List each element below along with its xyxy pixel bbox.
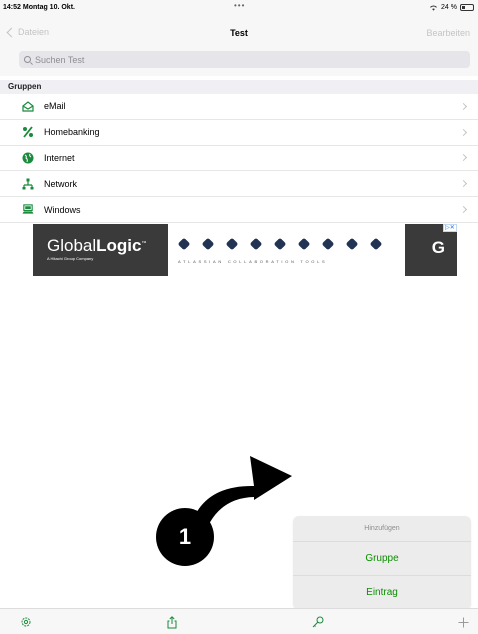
search-icon bbox=[24, 56, 31, 63]
chevron-right-icon bbox=[459, 128, 468, 136]
multitasking-dots[interactable]: ••• bbox=[234, 1, 245, 10]
status-time: 14:52 Montag 10. Okt. bbox=[3, 4, 75, 11]
percent-icon bbox=[22, 126, 34, 138]
search-placeholder: Suchen Test bbox=[35, 54, 85, 65]
section-header: Gruppen bbox=[0, 80, 478, 94]
tool-icon bbox=[297, 237, 311, 251]
ad-tool-icons bbox=[177, 237, 383, 251]
step-badge: 1 bbox=[156, 508, 214, 566]
ad-brand-subtitle: A Hitachi Group Company bbox=[47, 256, 94, 261]
navigation-bar: Dateien Test Bearbeiten bbox=[0, 20, 478, 46]
key-icon[interactable] bbox=[312, 616, 324, 628]
add-entry-button[interactable]: Eintrag bbox=[293, 576, 471, 610]
add-popover: Hinzufügen Gruppe Eintrag bbox=[293, 516, 471, 610]
group-row-windows[interactable]: Windows bbox=[0, 197, 478, 223]
search-input[interactable]: Suchen Test bbox=[19, 51, 470, 68]
group-label: Network bbox=[44, 178, 78, 189]
tool-icon bbox=[201, 237, 215, 251]
group-row-homebanking[interactable]: Homebanking bbox=[0, 120, 478, 146]
add-group-button[interactable]: Gruppe bbox=[293, 542, 471, 576]
ad-logo-right: G bbox=[431, 238, 445, 257]
share-icon[interactable] bbox=[166, 615, 178, 628]
tool-icon bbox=[225, 237, 239, 251]
group-label: Windows bbox=[44, 204, 81, 215]
status-bar: 14:52 Montag 10. Okt. ••• 24 % bbox=[0, 0, 478, 20]
ad-tools-panel: ATLASSIAN COLLABORATION TOOLS bbox=[168, 224, 405, 276]
ad-tagline: ATLASSIAN COLLABORATION TOOLS bbox=[178, 259, 328, 264]
status-indicators: 24 % bbox=[429, 4, 474, 11]
ad-banner[interactable]: GlobalLogic™ A Hitachi Group Company ATL… bbox=[33, 224, 457, 276]
wifi-icon bbox=[430, 5, 437, 11]
group-label: Internet bbox=[44, 152, 75, 163]
envelope-icon bbox=[22, 100, 34, 112]
page-title: Test bbox=[230, 28, 248, 38]
battery-icon bbox=[460, 4, 474, 11]
ad-brand-logo: GlobalLogic™ bbox=[47, 236, 147, 255]
tool-icon bbox=[345, 237, 359, 251]
tool-icon bbox=[249, 237, 263, 251]
group-label: Homebanking bbox=[44, 127, 100, 138]
windows-icon bbox=[22, 204, 34, 216]
group-row-internet[interactable]: Internet bbox=[0, 146, 478, 172]
group-row-network[interactable]: Network bbox=[0, 171, 478, 198]
globe-icon bbox=[22, 152, 34, 164]
popover-title: Hinzufügen bbox=[293, 516, 471, 542]
tool-icon bbox=[273, 237, 287, 251]
group-list: eMail Homebanking Internet Network Windo… bbox=[0, 94, 478, 223]
tool-icon bbox=[321, 237, 335, 251]
tool-icon bbox=[369, 237, 383, 251]
network-icon bbox=[22, 178, 34, 190]
bottom-toolbar bbox=[0, 608, 478, 634]
tool-icon bbox=[177, 237, 191, 251]
chevron-right-icon bbox=[459, 154, 468, 162]
chevron-right-icon bbox=[459, 180, 468, 188]
ad-choices-icon[interactable]: ▷✕ bbox=[443, 224, 457, 232]
battery-percent: 24 % bbox=[441, 4, 457, 11]
chevron-right-icon bbox=[459, 206, 468, 214]
search-area: Suchen Test bbox=[0, 46, 478, 76]
edit-button[interactable]: Bearbeiten bbox=[426, 28, 470, 38]
group-row-email[interactable]: eMail bbox=[0, 94, 478, 120]
chevron-right-icon bbox=[459, 102, 468, 110]
group-label: eMail bbox=[44, 101, 66, 112]
plus-icon[interactable] bbox=[457, 616, 469, 628]
gear-icon[interactable] bbox=[20, 616, 32, 628]
